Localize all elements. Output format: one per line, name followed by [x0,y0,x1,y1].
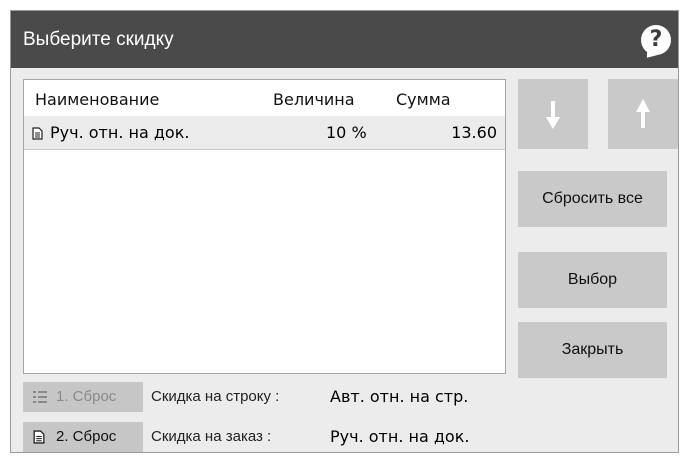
order-discount-row: 2. Сброс Скидка на заказ : Руч. отн. на … [23,422,523,452]
reset-order-button[interactable]: 2. Сброс [23,422,143,452]
column-header-sum: Сумма [396,90,451,109]
list-icon [33,391,47,403]
document-icon [33,430,45,444]
reset-order-label: 2. Сброс [56,428,117,445]
discount-table: Наименование Величина Сумма Руч. отн. на… [23,79,506,374]
move-up-button[interactable] [608,79,678,149]
close-button[interactable]: Закрыть [518,322,667,378]
arrow-down-icon [546,101,560,129]
table-row[interactable]: Руч. отн. на док. 10 % 13.60 [24,116,505,150]
move-down-button[interactable] [518,79,588,149]
dialog-title: Выберите скидку [23,29,174,50]
reset-line-button[interactable]: 1. Сброс [23,382,143,412]
table-header: Наименование Величина Сумма [24,80,505,116]
title-bar: Выберите скидку ? [11,11,678,68]
line-discount-row: 1. Сброс Скидка на строку : Авт. отн. на… [23,382,523,412]
column-header-name: Наименование [35,90,160,109]
arrow-up-icon [636,99,650,128]
select-button[interactable]: Выбор [518,252,667,308]
row-value: 10 % [326,123,367,142]
column-header-value: Величина [273,90,355,109]
row-name: Руч. отн. на док. [50,123,190,142]
reset-line-label: 1. Сброс [56,388,117,405]
order-discount-label: Скидка на заказ : [151,428,272,445]
order-discount-value: Руч. отн. на док. [330,427,470,446]
line-discount-label: Скидка на строку : [151,388,280,405]
row-sum: 13.60 [451,123,497,142]
document-icon [32,123,43,142]
reset-all-button[interactable]: Сбросить все [518,171,667,227]
discount-dialog: Выберите скидку ? Наименование Величина … [10,10,679,453]
help-icon[interactable]: ? [641,25,671,55]
line-discount-value: Авт. отн. на стр. [330,387,469,406]
